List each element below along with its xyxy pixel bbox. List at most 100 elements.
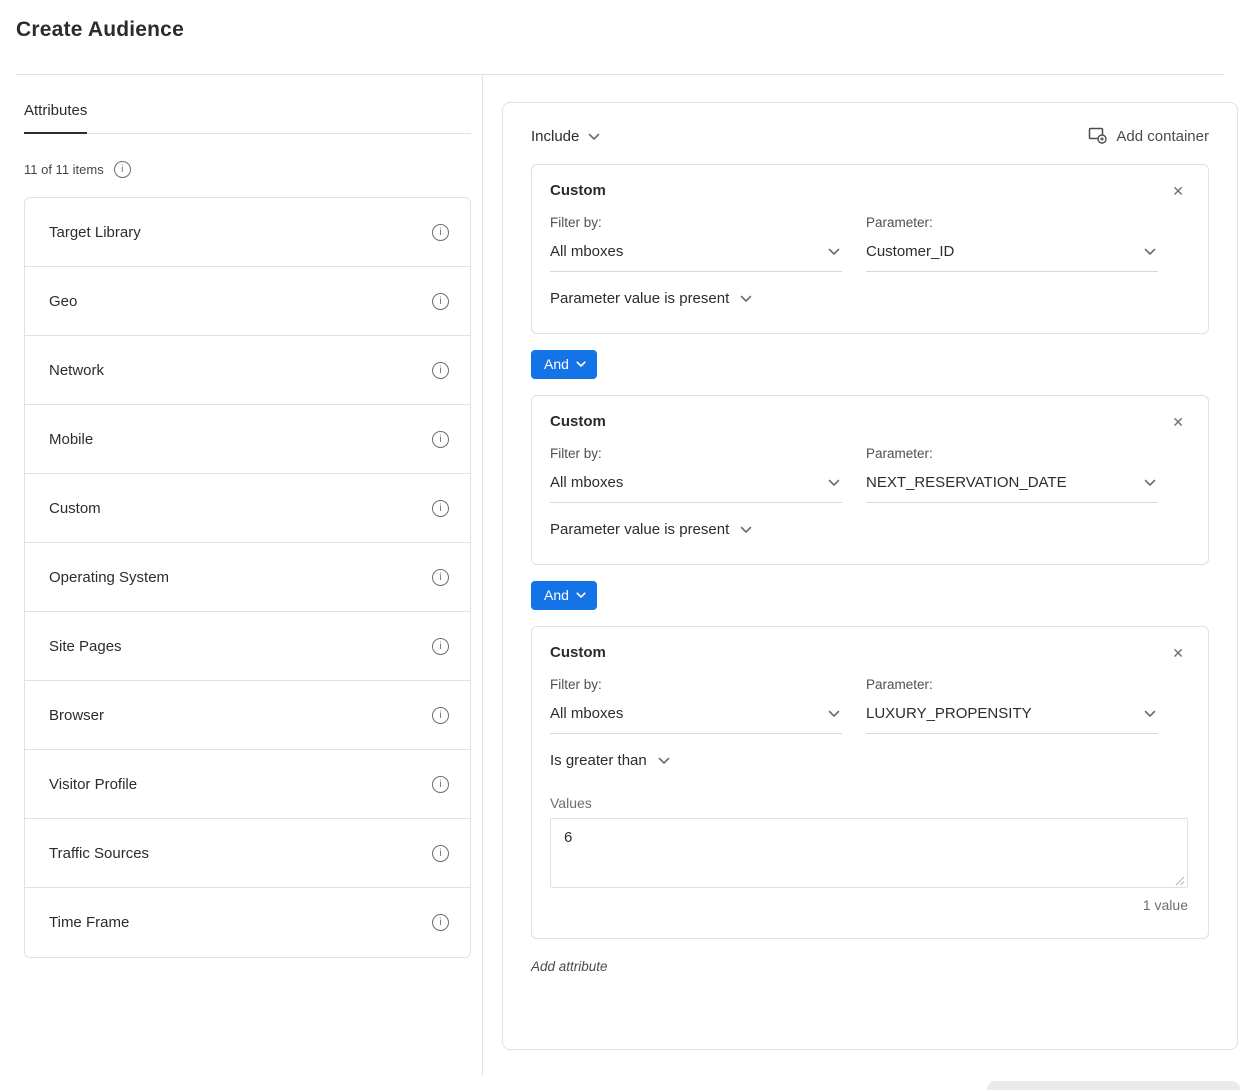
filter-by-label: Filter by: <box>550 215 842 230</box>
chevron-down-icon <box>576 361 586 368</box>
condition-card-title: Custom <box>550 413 606 430</box>
parameter-field: Parameter: LUXURY_PROPENSITY <box>866 677 1158 734</box>
condition-card-1: Custom ✕ Filter by: All mboxes <box>531 164 1209 334</box>
list-item-geo[interactable]: Geo i <box>25 267 470 336</box>
and-operator-label: And <box>544 356 569 372</box>
list-item-label: Visitor Profile <box>49 776 137 793</box>
info-icon[interactable]: i <box>432 914 449 931</box>
close-icon[interactable]: ✕ <box>1168 413 1188 431</box>
list-item-custom[interactable]: Custom i <box>25 474 470 543</box>
cutoff-footer-button[interactable] <box>987 1081 1240 1090</box>
filter-by-field: Filter by: All mboxes <box>550 215 842 272</box>
container-toolbar: Include Add container <box>531 125 1209 148</box>
add-container-button[interactable]: Add container <box>1088 125 1209 148</box>
include-dropdown[interactable]: Include <box>531 128 600 145</box>
parameter-select[interactable]: LUXURY_PROPENSITY <box>866 701 1158 734</box>
include-dropdown-value: Include <box>531 128 579 145</box>
value-count: 1 value <box>550 897 1188 913</box>
filter-by-select[interactable]: All mboxes <box>550 239 842 272</box>
list-item-operating-system[interactable]: Operating System i <box>25 543 470 612</box>
chevron-down-icon <box>740 295 752 303</box>
filter-by-select[interactable]: All mboxes <box>550 701 842 734</box>
info-icon[interactable]: i <box>432 569 449 586</box>
info-icon[interactable]: i <box>114 161 131 178</box>
operator-value: Parameter value is present <box>550 521 729 538</box>
operator-value: Is greater than <box>550 752 647 769</box>
list-item-label: Traffic Sources <box>49 845 149 862</box>
condition-fields: Filter by: All mboxes Parameter: NEXT_RE… <box>550 446 1188 503</box>
filter-by-select[interactable]: All mboxes <box>550 470 842 503</box>
values-input[interactable]: 6 <box>550 818 1188 888</box>
resize-handle-icon[interactable] <box>1175 873 1185 883</box>
operator-dropdown[interactable]: Is greater than <box>550 752 670 769</box>
info-icon[interactable]: i <box>432 362 449 379</box>
items-count-text: 11 of 11 items <box>24 162 104 177</box>
parameter-label: Parameter: <box>866 215 1158 230</box>
add-container-label: Add container <box>1116 128 1209 145</box>
info-icon[interactable]: i <box>432 224 449 241</box>
operator-dropdown[interactable]: Parameter value is present <box>550 521 752 538</box>
list-item-label: Target Library <box>49 224 141 241</box>
list-item-visitor-profile[interactable]: Visitor Profile i <box>25 750 470 819</box>
and-operator-button[interactable]: And <box>531 350 597 379</box>
operator-dropdown[interactable]: Parameter value is present <box>550 290 752 307</box>
info-icon[interactable]: i <box>432 845 449 862</box>
parameter-select[interactable]: NEXT_RESERVATION_DATE <box>866 470 1158 503</box>
chevron-down-icon <box>1144 248 1156 256</box>
list-item-traffic-sources[interactable]: Traffic Sources i <box>25 819 470 888</box>
chevron-down-icon <box>588 133 600 141</box>
values-label: Values <box>550 795 1188 811</box>
list-item-mobile[interactable]: Mobile i <box>25 405 470 474</box>
condition-card-header: Custom ✕ <box>550 182 1188 200</box>
chevron-down-icon <box>828 248 840 256</box>
parameter-label: Parameter: <box>866 446 1158 461</box>
parameter-value: NEXT_RESERVATION_DATE <box>866 474 1067 491</box>
add-attribute-link[interactable]: Add attribute <box>531 959 1209 974</box>
list-item-network[interactable]: Network i <box>25 336 470 405</box>
operator-value: Parameter value is present <box>550 290 729 307</box>
info-icon[interactable]: i <box>432 638 449 655</box>
and-operator-row: And <box>531 581 1209 610</box>
list-item-site-pages[interactable]: Site Pages i <box>25 612 470 681</box>
list-item-label: Operating System <box>49 569 169 586</box>
values-input-wrap: 6 <box>550 818 1188 888</box>
add-container-icon <box>1088 125 1107 148</box>
close-icon[interactable]: ✕ <box>1168 644 1188 662</box>
info-icon[interactable]: i <box>432 293 449 310</box>
tab-attributes[interactable]: Attributes <box>24 102 87 134</box>
list-item-label: Time Frame <box>49 914 129 931</box>
condition-card-header: Custom ✕ <box>550 413 1188 431</box>
parameter-label: Parameter: <box>866 677 1158 692</box>
info-icon[interactable]: i <box>432 431 449 448</box>
chevron-down-icon <box>740 526 752 534</box>
condition-card-title: Custom <box>550 182 606 199</box>
filter-by-value: All mboxes <box>550 705 623 722</box>
info-icon[interactable]: i <box>432 707 449 724</box>
chevron-down-icon <box>828 479 840 487</box>
parameter-value: LUXURY_PROPENSITY <box>866 705 1032 722</box>
attributes-list: Target Library i Geo i Network i Mobile … <box>24 197 471 958</box>
attributes-panel: Attributes 11 of 11 items i Target Libra… <box>0 75 483 1076</box>
info-icon[interactable]: i <box>432 500 449 517</box>
filter-by-label: Filter by: <box>550 446 842 461</box>
filter-by-value: All mboxes <box>550 243 623 260</box>
chevron-down-icon <box>1144 479 1156 487</box>
list-item-time-frame[interactable]: Time Frame i <box>25 888 470 957</box>
list-item-browser[interactable]: Browser i <box>25 681 470 750</box>
info-icon[interactable]: i <box>432 776 449 793</box>
close-icon[interactable]: ✕ <box>1168 182 1188 200</box>
main-layout: Attributes 11 of 11 items i Target Libra… <box>0 75 1240 1076</box>
list-item-target-library[interactable]: Target Library i <box>25 198 470 267</box>
values-section: Values 6 1 value <box>550 795 1188 913</box>
condition-fields: Filter by: All mboxes Parameter: Custome… <box>550 215 1188 272</box>
parameter-select[interactable]: Customer_ID <box>866 239 1158 272</box>
condition-card-title: Custom <box>550 644 606 661</box>
list-item-label: Mobile <box>49 431 93 448</box>
and-operator-button[interactable]: And <box>531 581 597 610</box>
parameter-field: Parameter: Customer_ID <box>866 215 1158 272</box>
page-header: Create Audience <box>0 0 1240 75</box>
chevron-down-icon <box>1144 710 1156 718</box>
page-title: Create Audience <box>16 18 1224 42</box>
list-item-label: Site Pages <box>49 638 122 655</box>
audience-builder-panel: Include Add container Custom ✕ <box>483 75 1240 1076</box>
